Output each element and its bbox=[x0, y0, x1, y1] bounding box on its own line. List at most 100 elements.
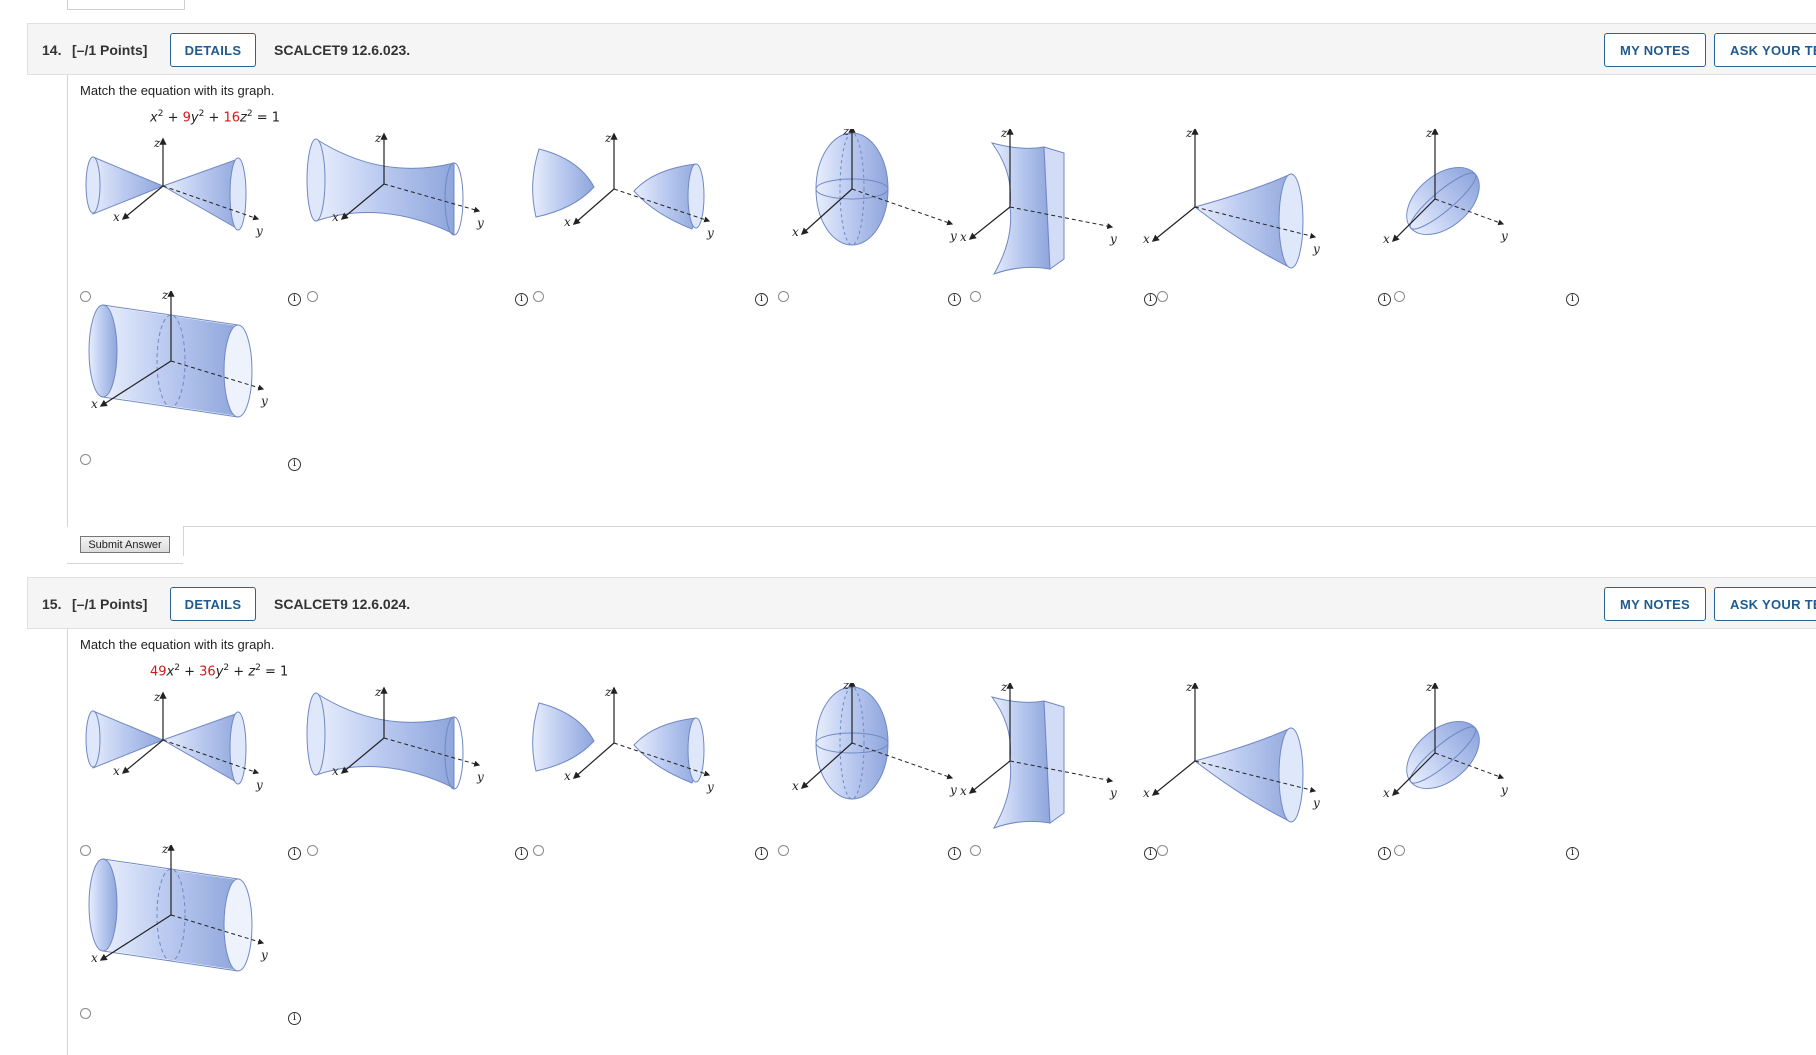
svg-text:x: x bbox=[113, 210, 120, 224]
graph-option-ellipsoid-tilted: z x y bbox=[1373, 683, 1563, 833]
answer-radio[interactable] bbox=[1157, 291, 1168, 302]
svg-text:y: y bbox=[476, 770, 484, 784]
details-button[interactable]: DETAILS bbox=[170, 587, 256, 621]
answer-radio[interactable] bbox=[778, 291, 789, 302]
divider bbox=[67, 563, 183, 564]
info-icon[interactable]: i bbox=[1378, 293, 1391, 306]
answer-radio[interactable] bbox=[1157, 845, 1168, 856]
info-icon[interactable]: i bbox=[515, 293, 528, 306]
graph-option-elliptic-cylinder: z x y bbox=[83, 291, 273, 441]
info-icon[interactable]: i bbox=[288, 293, 301, 306]
svg-text:y: y bbox=[255, 778, 263, 792]
svg-text:z: z bbox=[842, 129, 850, 138]
svg-text:z: z bbox=[1185, 683, 1193, 694]
info-icon[interactable]: i bbox=[515, 847, 528, 860]
question-14-header: 14. [–/1 Points] DETAILS SCALCET9 12.6.023.… bbox=[27, 23, 1816, 75]
graph-hyperboloid-two-sheets-image: z x y bbox=[532, 685, 714, 794]
equation-operator: = 1 bbox=[260, 664, 289, 680]
info-icon[interactable]: i bbox=[948, 293, 961, 306]
previous-answer-box bbox=[67, 0, 185, 10]
answer-radio[interactable] bbox=[307, 291, 318, 302]
equation-variable: y bbox=[190, 110, 199, 126]
info-icon[interactable]: i bbox=[1566, 847, 1579, 860]
divider bbox=[183, 526, 1816, 527]
svg-text:x: x bbox=[332, 210, 339, 224]
answer-radio[interactable] bbox=[970, 291, 981, 302]
svg-text:x: x bbox=[1383, 232, 1390, 246]
equation-operator: + bbox=[229, 664, 249, 680]
svg-text:x: x bbox=[332, 764, 339, 778]
info-icon[interactable]: i bbox=[288, 1012, 301, 1025]
graph-option-elliptic-paraboloid: z x y bbox=[1143, 683, 1333, 833]
info-icon[interactable]: i bbox=[1144, 293, 1157, 306]
ask-your-teacher-button[interactable]: ASK YOUR TE bbox=[1714, 33, 1816, 67]
equation-variable: z bbox=[240, 110, 247, 126]
info-icon[interactable]: i bbox=[1144, 847, 1157, 860]
graph-option-cone: z x y bbox=[83, 129, 273, 279]
info-icon[interactable]: i bbox=[755, 847, 768, 860]
question-code: SCALCET9 12.6.023. bbox=[274, 42, 411, 58]
svg-text:z: z bbox=[1000, 129, 1008, 140]
graph-ellipsoid-vertical-image: zx y bbox=[792, 129, 957, 246]
answer-radio[interactable] bbox=[1394, 845, 1405, 856]
svg-text:z: z bbox=[604, 131, 612, 145]
svg-text:y: y bbox=[476, 216, 484, 230]
info-icon[interactable]: i bbox=[755, 293, 768, 306]
graph-option-hyperboloid-one-sheet: z x y bbox=[304, 129, 494, 279]
svg-text:x: x bbox=[113, 764, 120, 778]
svg-text:y: y bbox=[1312, 242, 1320, 256]
answer-radio[interactable] bbox=[533, 845, 544, 856]
graph-option-cone: z x y bbox=[83, 683, 273, 833]
svg-text:y: y bbox=[1312, 796, 1320, 810]
answer-radio[interactable] bbox=[970, 845, 981, 856]
svg-text:z: z bbox=[1425, 683, 1433, 694]
answer-radio[interactable] bbox=[778, 845, 789, 856]
info-icon[interactable]: i bbox=[288, 847, 301, 860]
graph-hyperboloid-one-sheet-image: z x y bbox=[306, 685, 484, 790]
svg-text:z: z bbox=[604, 685, 612, 699]
answer-radio[interactable] bbox=[1394, 291, 1405, 302]
answer-radio[interactable] bbox=[80, 454, 91, 465]
answer-radio[interactable] bbox=[307, 845, 318, 856]
svg-text:z: z bbox=[374, 685, 382, 699]
svg-text:z: z bbox=[161, 291, 169, 302]
info-icon[interactable]: i bbox=[288, 458, 301, 471]
svg-text:y: y bbox=[706, 226, 714, 240]
graph-cone-image: z x y bbox=[85, 136, 263, 238]
question-prompt: Match the equation with its graph. bbox=[80, 637, 275, 652]
equation-variable: x bbox=[150, 110, 158, 126]
graph-option-hyperboloid-one-sheet: z x y bbox=[304, 683, 494, 833]
question-code: SCALCET9 12.6.024. bbox=[274, 596, 411, 612]
equation-coefficient: 16 bbox=[223, 110, 241, 126]
info-icon[interactable]: i bbox=[1566, 293, 1579, 306]
graph-elliptic-paraboloid-image: z x y bbox=[1143, 683, 1320, 823]
svg-text:y: y bbox=[255, 224, 263, 238]
details-button[interactable]: DETAILS bbox=[170, 33, 256, 67]
my-notes-button[interactable]: MY NOTES bbox=[1604, 33, 1706, 67]
svg-text:y: y bbox=[1500, 229, 1508, 243]
graph-hyperboloid-two-sheets-image: z x y bbox=[532, 131, 714, 240]
submit-answer-button[interactable]: Submit Answer bbox=[80, 536, 170, 553]
graph-option-elliptic-paraboloid: z x y bbox=[1143, 129, 1333, 279]
answer-radio[interactable] bbox=[80, 1008, 91, 1019]
question-prompt: Match the equation with its graph. bbox=[80, 83, 275, 98]
svg-text:x: x bbox=[792, 779, 799, 793]
equation-operator: + bbox=[163, 110, 183, 126]
divider bbox=[183, 526, 184, 556]
svg-text:x: x bbox=[1143, 786, 1150, 800]
answer-radio[interactable] bbox=[533, 291, 544, 302]
info-icon[interactable]: i bbox=[1378, 847, 1391, 860]
ask-your-teacher-button[interactable]: ASK YOUR TE bbox=[1714, 587, 1816, 621]
graph-option-hyperbolic-paraboloid: z x y bbox=[952, 683, 1142, 833]
svg-text:y: y bbox=[260, 394, 268, 408]
svg-text:x: x bbox=[960, 230, 967, 244]
graph-cone-image: z x y bbox=[85, 690, 263, 792]
graph-option-hyperbolic-paraboloid: z x y bbox=[952, 129, 1142, 279]
graph-elliptic-cylinder-image: z x y bbox=[88, 291, 268, 418]
graph-option-ellipsoid-vertical: zxy bbox=[772, 129, 962, 279]
equation-operator: + bbox=[179, 664, 200, 680]
svg-text:x: x bbox=[564, 215, 571, 229]
svg-text:x: x bbox=[1143, 232, 1150, 246]
my-notes-button[interactable]: MY NOTES bbox=[1604, 587, 1706, 621]
info-icon[interactable]: i bbox=[948, 847, 961, 860]
